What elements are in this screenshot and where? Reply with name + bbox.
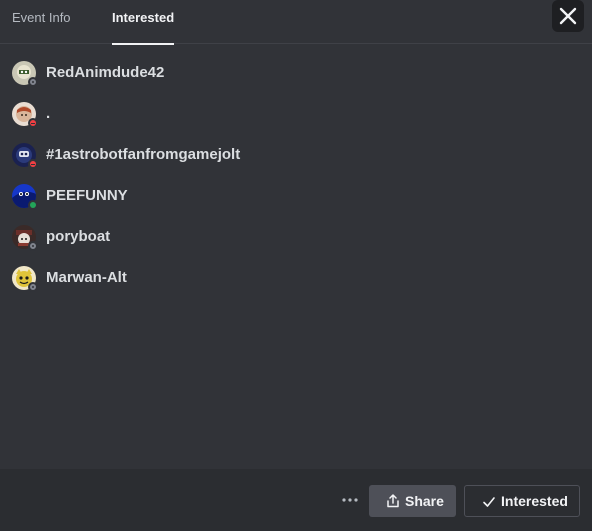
- interested-user-list: RedAnimdude42 . #1astrobotfanfromgamejol…: [0, 52, 592, 298]
- username[interactable]: .: [46, 104, 50, 124]
- username[interactable]: #1astrobotfanfromgamejolt: [46, 145, 240, 165]
- share-icon: [387, 494, 399, 508]
- avatar[interactable]: [12, 266, 38, 292]
- status-dnd-icon: [28, 159, 38, 169]
- close-icon: [559, 7, 577, 25]
- avatar[interactable]: [12, 102, 38, 128]
- more-options-button[interactable]: [338, 491, 362, 509]
- list-item[interactable]: PEEFUNNY: [0, 175, 592, 216]
- share-button[interactable]: Share: [369, 485, 456, 517]
- avatar[interactable]: [12, 61, 38, 87]
- checkmark-icon: [483, 497, 495, 507]
- interested-button[interactable]: Interested: [464, 485, 580, 517]
- status-dnd-icon: [28, 118, 38, 128]
- tab-bar: Event Info Interested: [0, 0, 592, 45]
- status-offline-icon: [28, 241, 38, 251]
- list-item[interactable]: Marwan-Alt: [0, 257, 592, 298]
- status-offline-icon: [28, 77, 38, 87]
- tab-interested[interactable]: Interested: [112, 0, 175, 45]
- event-modal: Event Info Interested RedAnimdude42 . #1…: [0, 0, 592, 531]
- interested-label: Interested: [501, 493, 568, 509]
- close-button[interactable]: [552, 0, 584, 32]
- list-item[interactable]: #1astrobotfanfromgamejolt: [0, 134, 592, 175]
- list-item[interactable]: poryboat: [0, 216, 592, 257]
- ellipsis-icon: [342, 498, 358, 502]
- list-item[interactable]: RedAnimdude42: [0, 52, 592, 93]
- username[interactable]: RedAnimdude42: [46, 63, 164, 83]
- list-item[interactable]: .: [0, 93, 592, 134]
- avatar[interactable]: [12, 184, 38, 210]
- tab-event-info[interactable]: Event Info: [12, 0, 71, 44]
- avatar[interactable]: [12, 225, 38, 251]
- username[interactable]: Marwan-Alt: [46, 268, 127, 288]
- avatar[interactable]: [12, 143, 38, 169]
- modal-footer: Share Interested: [0, 469, 592, 531]
- status-online-icon: [28, 200, 38, 210]
- status-offline-icon: [28, 282, 38, 292]
- username[interactable]: PEEFUNNY: [46, 186, 128, 206]
- share-label: Share: [405, 493, 444, 509]
- username[interactable]: poryboat: [46, 227, 110, 247]
